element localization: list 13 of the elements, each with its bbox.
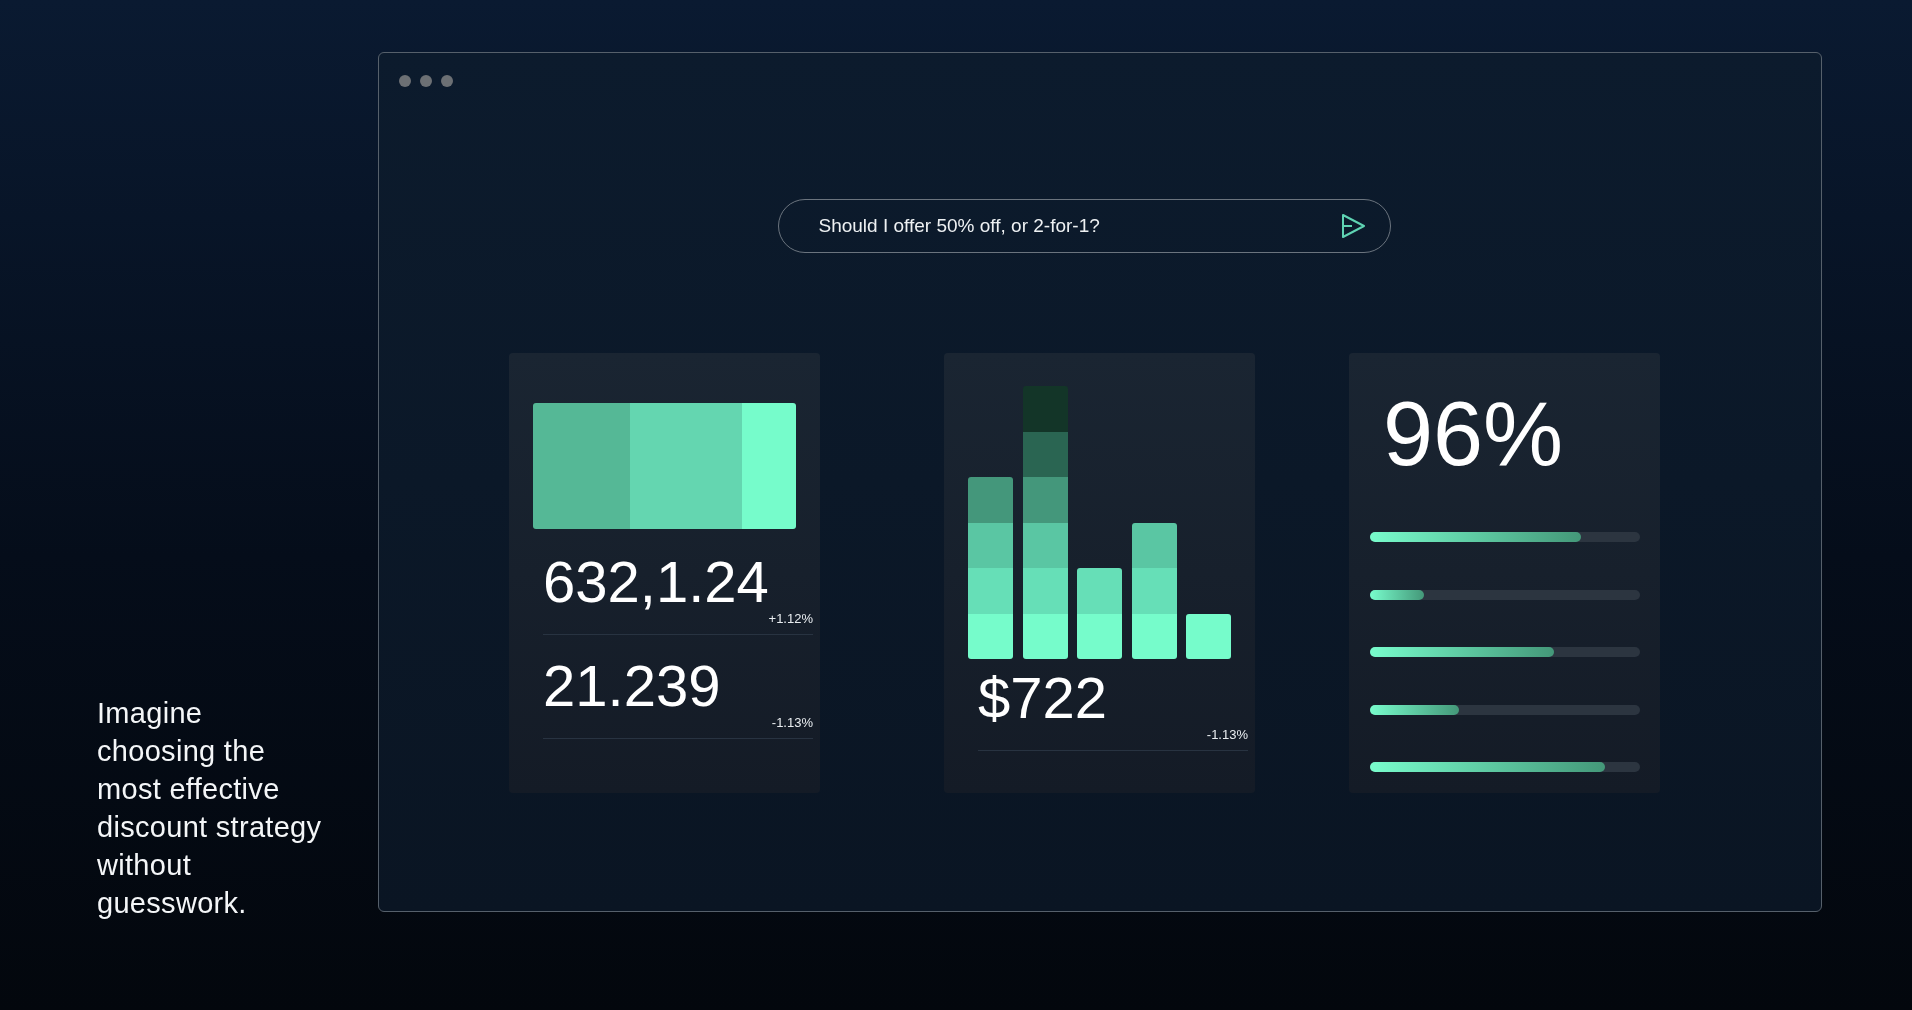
bar-drawing <box>1186 613 1231 659</box>
window-dot <box>441 75 453 87</box>
send-icon[interactable] <box>1339 213 1366 239</box>
metric-change: +1.12% <box>768 611 813 626</box>
window-dot <box>399 75 411 87</box>
metric-value: 21.239 <box>543 657 721 715</box>
window-dot <box>420 75 432 87</box>
percentage-value: 96% <box>1383 389 1564 479</box>
metric-change: -1.13% <box>1206 727 1248 742</box>
metric-change: -1.13% <box>771 715 813 730</box>
metric-value: 632,1.24 <box>543 553 769 611</box>
metric-value: $722 <box>978 669 1108 727</box>
tagline: Imagine choosing the most effective discount strategy without guesswork. <box>97 696 323 921</box>
